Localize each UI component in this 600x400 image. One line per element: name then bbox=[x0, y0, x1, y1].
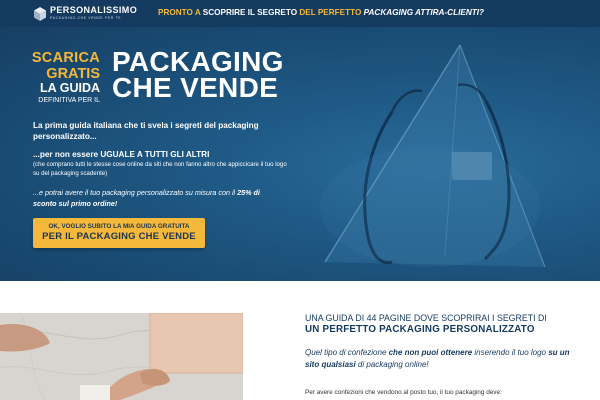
logo-name: PERSONALISSIMO bbox=[50, 5, 138, 16]
hero-title-line2: CHE VENDE bbox=[112, 72, 279, 103]
subtitle-line2: UN PERFETTO PACKAGING PERSONALIZZATO bbox=[305, 324, 535, 335]
headline-part: PACKAGING ATTIRA-CLIENTI? bbox=[363, 8, 485, 17]
guide-subtitle: UNA GUIDA DI 44 PAGINE DOVE SCOPRIRAI I … bbox=[305, 313, 595, 335]
hero-intro-note: (che comprano tutti le stesse cose onlin… bbox=[33, 161, 287, 177]
cube-logo-icon bbox=[34, 6, 46, 21]
subtitle-line1: UNA GUIDA DI 44 PAGINE DOVE SCOPRIRAI I … bbox=[305, 313, 547, 323]
hero-section: SCARICA GRATIS LA GUIDA DEFINITIVA PER I… bbox=[0, 27, 600, 281]
question-part: di packaging online! bbox=[355, 359, 429, 369]
top-bar: PERSONALISSIMO PACKAGING CHE VENDE PER T… bbox=[0, 0, 600, 27]
brand-logo[interactable]: PERSONALISSIMO PACKAGING CHE VENDE PER T… bbox=[34, 5, 137, 22]
hero-title: PACKAGING CHE VENDE bbox=[112, 48, 284, 103]
hands-packaging-photo bbox=[0, 313, 243, 400]
download-guide-button[interactable]: OK, VOGLIO SUBITO LA MIA GUIDA GRATUITA … bbox=[33, 218, 205, 248]
la-guida-text: LA GUIDA bbox=[40, 81, 100, 95]
scarica-text: SCARICA bbox=[31, 50, 100, 66]
download-free-badge: SCARICA GRATIS LA GUIDA DEFINITIVA PER I… bbox=[30, 51, 100, 104]
packaging-requirements-intro: Per avere confezioni che vendono al post… bbox=[305, 389, 502, 396]
logo-tagline: PACKAGING CHE VENDE PER TE bbox=[50, 16, 122, 21]
hero-intro-uguale: ...per non essere UGUALE A TUTTI GLI ALT… bbox=[33, 150, 210, 159]
top-headline: PRONTO A SCOPRIRE IL SEGRETO DEL PERFETT… bbox=[158, 8, 484, 17]
gratis-text: GRATIS bbox=[46, 65, 100, 82]
cta-line1: OK, VOGLIO SUBITO LA MIA GUIDA GRATUITA bbox=[48, 223, 190, 230]
headline-part: DEL PERFETTO bbox=[297, 8, 364, 17]
hero-intro: La prima guida italiana che ti svela i s… bbox=[33, 121, 259, 141]
headline-part: PRONTO A bbox=[158, 8, 203, 17]
packaging-question: Quel tipo di confezione che non puoi ott… bbox=[305, 347, 575, 370]
hero-discount-text: ...e potrai avere il tuo packaging perso… bbox=[33, 188, 283, 209]
landing-page: PERSONALISSIMO PACKAGING CHE VENDE PER T… bbox=[0, 0, 600, 400]
discount-text-part: ...e potrai avere il tuo packaging perso… bbox=[33, 188, 238, 197]
question-highlight: che non puoi ottenere bbox=[388, 348, 473, 357]
cta-line2: PER IL PACKAGING CHE VENDE bbox=[42, 231, 196, 242]
question-part: inserendo il tuo logo bbox=[472, 348, 549, 357]
definitiva-text: DEFINITIVA PER IL bbox=[38, 96, 100, 104]
question-part: Quel tipo di confezione bbox=[305, 348, 389, 357]
headline-part: SCOPRIRE IL SEGRETO bbox=[202, 8, 298, 17]
